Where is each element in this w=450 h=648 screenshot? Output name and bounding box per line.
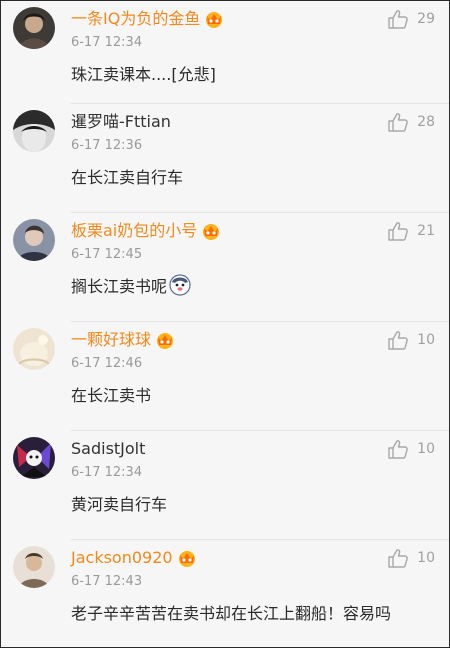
timestamp: 6-17 12:46 xyxy=(71,356,143,371)
like-button[interactable]: 10 xyxy=(387,546,435,570)
username[interactable]: 暹罗喵-Fttian xyxy=(71,110,171,134)
comment-text-content: 搁长江卖书呢 xyxy=(71,277,168,296)
like-count: 10 xyxy=(417,441,435,457)
like-count: 21 xyxy=(417,223,435,239)
avatar[interactable] xyxy=(13,219,55,261)
comment-item: Jackson0920 6-17 12:43 老子辛辛苦苦在卖书却在长江上翻船！… xyxy=(1,540,449,647)
doge-emoji-icon xyxy=(169,274,191,296)
crown-icon xyxy=(204,10,224,28)
like-button[interactable]: 29 xyxy=(387,7,435,31)
username[interactable]: 一颗好球球 xyxy=(71,328,151,352)
comment-item: 一颗好球球 6-17 12:46 在长江卖书 10 xyxy=(1,322,449,431)
username-row: 一颗好球球 xyxy=(71,328,175,352)
like-count: 10 xyxy=(417,550,435,566)
timestamp: 6-17 12:43 xyxy=(71,574,143,589)
username-row: Jackson0920 xyxy=(71,546,197,570)
thumbs-up-icon xyxy=(387,438,409,460)
comment-text: 珠江卖课本....[允悲] xyxy=(71,65,216,84)
like-button[interactable]: 10 xyxy=(387,328,435,352)
username[interactable]: 板栗ai奶包的小号 xyxy=(71,219,197,243)
username-row: 一条IQ为负的金鱼 xyxy=(71,7,224,31)
comment-item: 一条IQ为负的金鱼 6-17 12:34 珠江卖课本....[允悲] 29 xyxy=(1,1,449,104)
comment-list: 一条IQ为负的金鱼 6-17 12:34 珠江卖课本....[允悲] 29 暹罗… xyxy=(1,1,449,647)
username[interactable]: Jackson0920 xyxy=(71,546,173,570)
thumbs-up-icon xyxy=(387,111,409,133)
like-button[interactable]: 28 xyxy=(387,110,435,134)
crown-icon xyxy=(201,222,221,240)
like-button[interactable]: 21 xyxy=(387,219,435,243)
thumbs-up-icon xyxy=(387,329,409,351)
like-button[interactable]: 10 xyxy=(387,437,435,461)
like-count: 10 xyxy=(417,332,435,348)
username-row: 板栗ai奶包的小号 xyxy=(71,219,221,243)
like-count: 29 xyxy=(417,11,435,27)
comment-text: 老子辛辛苦苦在卖书却在长江上翻船！容易吗 xyxy=(71,604,392,623)
comment-item: SadistJolt 6-17 12:34 黄河卖自行车 10 xyxy=(1,431,449,540)
timestamp: 6-17 12:34 xyxy=(71,465,143,480)
thumbs-up-icon xyxy=(387,220,409,242)
avatar[interactable] xyxy=(13,7,55,49)
avatar[interactable] xyxy=(13,110,55,152)
comment-text: 在长江卖自行车 xyxy=(71,168,184,187)
timestamp: 6-17 12:36 xyxy=(71,138,143,153)
comment-item: 暹罗喵-Fttian 6-17 12:36 在长江卖自行车 28 xyxy=(1,104,449,213)
crown-icon xyxy=(155,331,175,349)
username-row: SadistJolt xyxy=(71,437,145,461)
like-count: 28 xyxy=(417,114,435,130)
comment-text: 黄河卖自行车 xyxy=(71,495,168,514)
avatar[interactable] xyxy=(13,546,55,588)
comment-item: 板栗ai奶包的小号 6-17 12:45 搁长江卖书呢 21 xyxy=(1,213,449,322)
crown-icon xyxy=(177,549,197,567)
comment-text: 在长江卖书 xyxy=(71,386,152,405)
timestamp: 6-17 12:34 xyxy=(71,35,143,50)
timestamp: 6-17 12:45 xyxy=(71,247,143,262)
avatar[interactable] xyxy=(13,437,55,479)
avatar[interactable] xyxy=(13,328,55,370)
username[interactable]: SadistJolt xyxy=(71,437,145,461)
thumbs-up-icon xyxy=(387,547,409,569)
thumbs-up-icon xyxy=(387,8,409,30)
comment-text: 搁长江卖书呢 xyxy=(71,273,191,301)
username-row: 暹罗喵-Fttian xyxy=(71,110,171,134)
username[interactable]: 一条IQ为负的金鱼 xyxy=(71,7,200,31)
